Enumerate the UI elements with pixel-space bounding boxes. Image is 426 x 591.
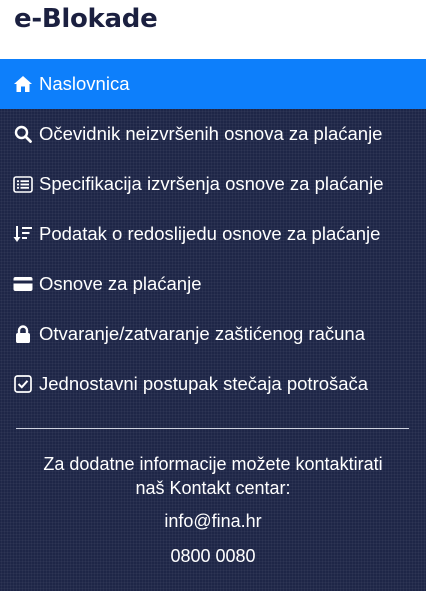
nav-item-specifikacija[interactable]: Specifikacija izvršenja osnove za plaćan… xyxy=(0,159,426,209)
nav-item-zasticeni-racun[interactable]: Otvaranje/zatvaranje zaštićenog računa xyxy=(0,309,426,359)
nav-item-ocevidnik[interactable]: Očevidnik neizvršenih osnova za plaćanje xyxy=(0,109,426,159)
nav-item-naslovnica[interactable]: Naslovnica xyxy=(0,59,426,109)
nav-item-label: Očevidnik neizvršenih osnova za plaćanje xyxy=(39,123,383,144)
home-icon xyxy=(13,74,33,94)
header: e-Blokade xyxy=(0,0,426,59)
nav-item-label: Podatak o redoslijedu osnove za plaćanje xyxy=(39,223,381,244)
nav-item-stecaj[interactable]: Jednostavni postupak stečaja potrošača xyxy=(0,359,426,409)
credit-card-icon xyxy=(13,274,33,294)
nav-item-osnove[interactable]: Osnove za plaćanje xyxy=(0,259,426,309)
lock-icon xyxy=(13,324,33,344)
search-icon xyxy=(13,124,33,144)
list-icon xyxy=(13,174,33,194)
nav-item-label: Osnove za plaćanje xyxy=(39,273,202,294)
nav-item-label: Otvaranje/zatvaranje zaštićenog računa xyxy=(39,323,365,344)
divider xyxy=(16,428,409,429)
contact-phone-link[interactable]: 0800 0080 xyxy=(0,546,426,567)
nav-item-redoslijed[interactable]: Podatak o redoslijedu osnove za plaćanje xyxy=(0,209,426,259)
checkbox-icon xyxy=(13,374,33,394)
app-title: e-Blokade xyxy=(14,4,158,34)
nav-item-label: Specifikacija izvršenja osnove za plaćan… xyxy=(39,173,384,194)
contact-email-link[interactable]: info@fina.hr xyxy=(0,511,426,532)
sort-icon xyxy=(13,224,33,244)
contact-info-line-2: naš Kontakt centar: xyxy=(135,478,291,498)
contact-info-line-1: Za dodatne informacije možete kontaktira… xyxy=(43,454,383,474)
nav-item-label: Jednostavni postupak stečaja potrošača xyxy=(39,373,369,394)
nav-item-label: Naslovnica xyxy=(39,73,130,94)
